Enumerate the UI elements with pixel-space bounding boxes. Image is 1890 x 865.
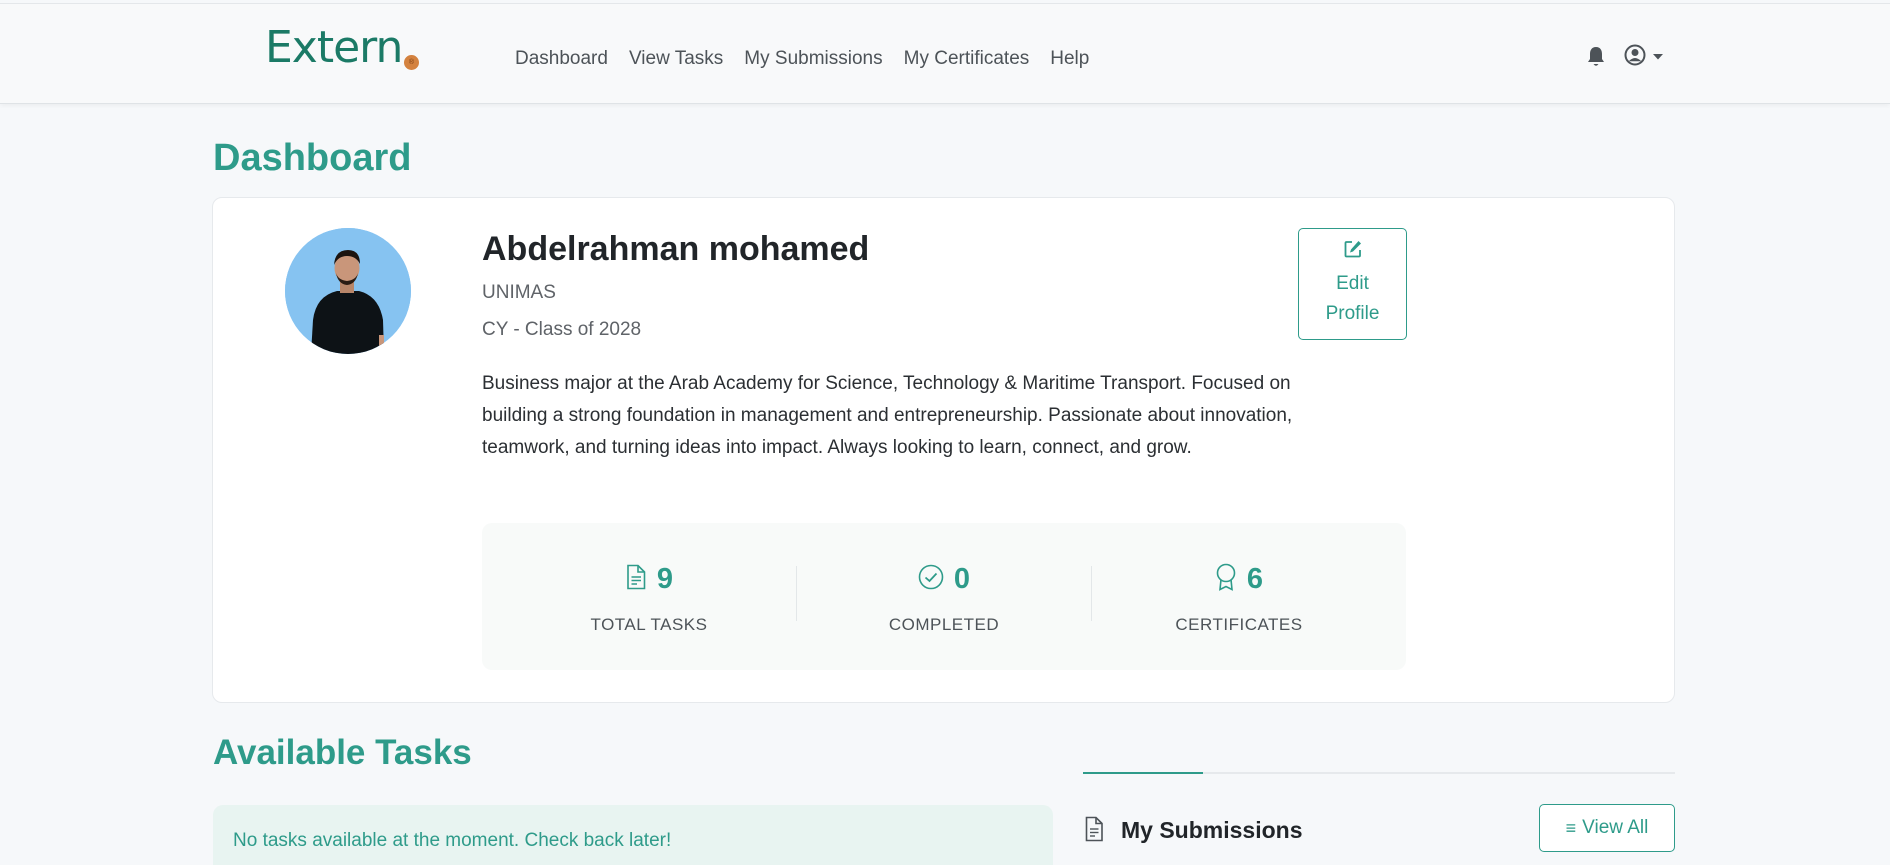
profile-card: Abdelrahman mohamed UNIMAS CY - Class of… [212, 197, 1675, 703]
nav-dashboard[interactable]: Dashboard [515, 48, 608, 70]
stat-completed: 0 COMPLETED [797, 523, 1091, 670]
available-tasks-title: Available Tasks [213, 733, 472, 772]
edit-profile-button[interactable]: Edit Profile [1298, 228, 1407, 340]
document-icon [1084, 816, 1104, 847]
avatar [285, 228, 411, 354]
caret-down-icon [1652, 48, 1664, 66]
profile-class: CY - Class of 2028 [482, 319, 642, 340]
edit-icon [1343, 239, 1363, 269]
top-navbar: Extern ® Dashboard View Tasks My Submiss… [0, 3, 1890, 104]
view-all-button[interactable]: ≡ View All [1539, 804, 1675, 852]
no-tasks-message: No tasks available at the moment. Check … [233, 830, 672, 851]
stat-label: COMPLETED [888, 615, 1000, 634]
bell-icon[interactable] [1585, 45, 1607, 69]
nav-help[interactable]: Help [1050, 48, 1089, 70]
page-title: Dashboard [213, 137, 412, 179]
stat-total-tasks: 9 TOTAL TASKS [502, 523, 796, 670]
stats-panel: 9 TOTAL TASKS 0 COMPLETED 6 CERTIFICATES [482, 523, 1406, 670]
view-all-label: View All [1582, 817, 1649, 838]
nav-my-submissions[interactable]: My Submissions [744, 48, 882, 70]
stat-label: CERTIFICATES [1175, 615, 1303, 634]
list-icon: ≡ [1565, 817, 1577, 838]
document-icon [625, 564, 647, 595]
profile-bio: Business major at the Arab Academy for S… [482, 373, 1293, 458]
stat-value: 6 [1246, 563, 1264, 595]
nav-view-tasks[interactable]: View Tasks [629, 48, 723, 70]
check-circle-icon [918, 564, 944, 595]
user-menu-toggle[interactable] [1623, 43, 1667, 72]
my-submissions-title: My Submissions [1121, 817, 1303, 843]
brand-logo[interactable]: Extern [265, 26, 403, 70]
submissions-divider [1083, 772, 1675, 774]
stat-value: 0 [953, 563, 971, 595]
brand-badge: ® [404, 55, 419, 70]
profile-name: Abdelrahman mohamed [482, 230, 870, 268]
stat-value: 9 [656, 563, 674, 595]
profile-institution: UNIMAS [482, 282, 556, 303]
edit-profile-label: Edit Profile [1325, 273, 1380, 324]
main-nav: Dashboard View Tasks My Submissions My C… [515, 48, 1110, 70]
no-tasks-alert: No tasks available at the moment. Check … [213, 805, 1053, 865]
award-icon [1215, 563, 1237, 596]
stat-certificates: 6 CERTIFICATES [1092, 523, 1386, 670]
nav-my-certificates[interactable]: My Certificates [904, 48, 1030, 70]
stat-label: TOTAL TASKS [590, 615, 708, 634]
user-circle-icon [1623, 43, 1647, 72]
